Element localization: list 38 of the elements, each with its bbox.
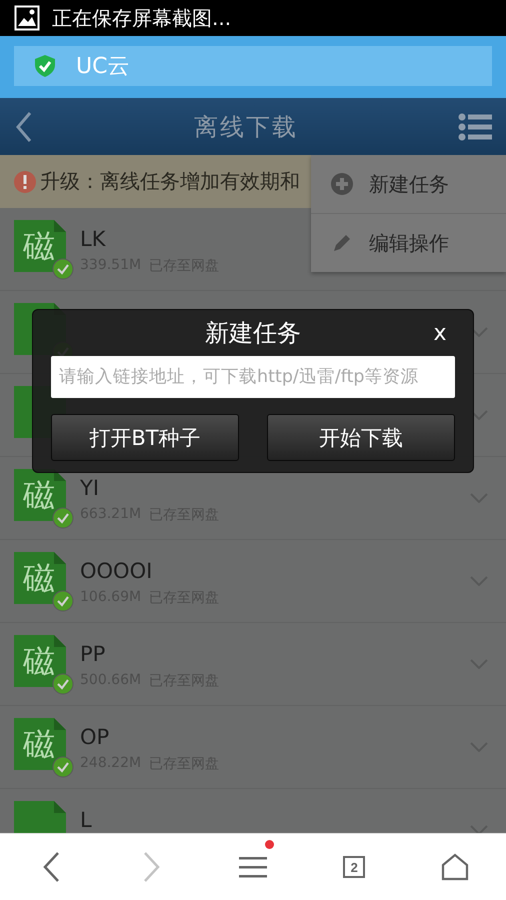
chevron-left-icon bbox=[14, 110, 34, 142]
file-icon bbox=[14, 718, 66, 770]
image-icon bbox=[14, 5, 40, 31]
pencil-icon bbox=[331, 232, 353, 254]
back-button[interactable] bbox=[14, 110, 34, 142]
header-title: 离线下载 bbox=[193, 112, 299, 142]
menu-item[interactable]: 新建任务 bbox=[311, 155, 506, 214]
file-type-label: 磁 bbox=[23, 562, 55, 594]
start-download-button[interactable]: 开始下载 bbox=[267, 414, 455, 461]
file-name: LK bbox=[80, 227, 106, 251]
file-icon bbox=[14, 552, 66, 604]
tabs-nav-button[interactable]: 2 bbox=[304, 834, 405, 900]
file-icon bbox=[14, 635, 66, 687]
list-menu-icon bbox=[458, 112, 492, 140]
file-icon bbox=[14, 220, 66, 272]
menu-button[interactable] bbox=[458, 112, 492, 140]
close-button[interactable]: x bbox=[425, 320, 455, 346]
plus-circle-icon bbox=[331, 173, 353, 195]
file-type-label: 磁 bbox=[23, 479, 55, 511]
shield-check-icon bbox=[34, 54, 56, 78]
link-input-field[interactable]: 请输入链接地址，可下载http/迅雷/ftp等资源 bbox=[51, 356, 455, 398]
file-name: L bbox=[80, 808, 92, 832]
tab-count: 2 bbox=[343, 856, 366, 878]
notification-text: 正在保存屏幕截图... bbox=[52, 4, 232, 32]
file-type-label: 磁 bbox=[23, 230, 55, 262]
file-name: OP bbox=[80, 725, 110, 749]
file-name: PP bbox=[80, 642, 106, 666]
alert-icon bbox=[14, 170, 36, 192]
menu-item[interactable]: 编辑操作 bbox=[311, 214, 506, 272]
page-title: UC云 bbox=[76, 53, 130, 81]
file-icon bbox=[14, 469, 66, 521]
file-type-label: 磁 bbox=[23, 728, 55, 760]
file-type-label: 磁 bbox=[23, 645, 55, 677]
file-name: OOOOI bbox=[80, 559, 152, 583]
dialog-title: 新建任务 bbox=[204, 318, 302, 349]
notice-text: 升级：离线任务增加有效期和 bbox=[40, 168, 300, 195]
file-name: YI bbox=[80, 476, 100, 500]
open-torrent-button[interactable]: 打开BT种子 bbox=[51, 414, 239, 461]
